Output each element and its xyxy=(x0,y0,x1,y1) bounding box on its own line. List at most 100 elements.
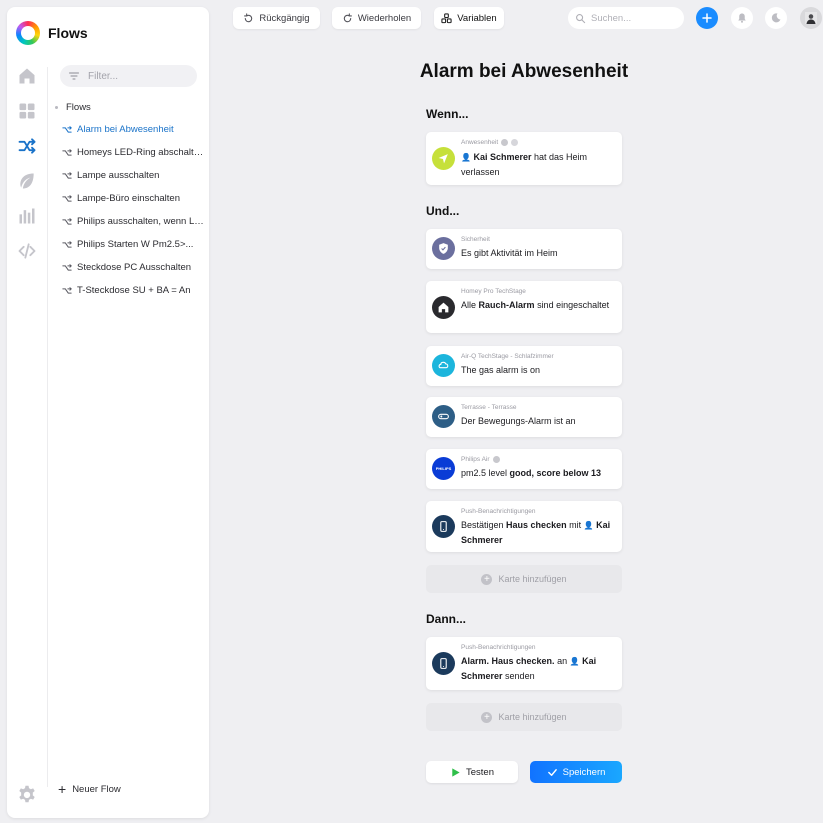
redo-button[interactable]: Wiederholen xyxy=(332,7,421,29)
card-source: Sicherheit xyxy=(461,236,490,243)
flow-list-item-label: Philips ausschalten, wenn Luft gut xyxy=(77,216,204,227)
action-card[interactable]: Push-Benachrichtigungen Alarm. Haus chec… xyxy=(426,637,622,690)
card-text-bold: Rauch-Alarm xyxy=(478,300,535,310)
plus-icon xyxy=(702,13,712,23)
add-card-label: Karte hinzufügen xyxy=(498,712,567,722)
avatar[interactable] xyxy=(800,7,822,29)
condition-card[interactable]: Push-Benachrichtigungen Bestätigen Haus … xyxy=(426,501,622,552)
flow-list-item[interactable]: T-Steckdose SU + BA = An xyxy=(52,279,204,302)
card-text: Es gibt Aktivität im Heim xyxy=(461,248,558,258)
undo-icon xyxy=(244,12,253,22)
filter-icon xyxy=(68,72,80,80)
add-button[interactable] xyxy=(696,7,718,29)
person-icon: 👤 xyxy=(461,153,471,162)
nav-dashboard-icon[interactable] xyxy=(7,94,47,128)
flow-list-item[interactable]: Lampe-Büro einschalten xyxy=(52,187,204,210)
card-text-after: senden xyxy=(505,671,535,681)
person-icon: 👤 xyxy=(583,521,594,530)
variables-icon xyxy=(441,12,452,23)
flow-list-item[interactable]: Homeys LED-Ring abschalten xyxy=(52,141,204,164)
add-card-label: Karte hinzufügen xyxy=(498,574,567,584)
sensor-icon xyxy=(432,354,455,377)
location-arrow-icon xyxy=(432,147,455,170)
then-heading: Dann... xyxy=(426,612,467,626)
card-text-bold: Alarm. Haus checken. xyxy=(461,656,555,666)
flow-folder-root[interactable]: Flows xyxy=(52,96,204,118)
card-text: Bestätigen Haus checken mit 👤 Kai Schmer… xyxy=(461,518,614,547)
test-button[interactable]: Testen xyxy=(426,761,518,783)
nav-code-icon[interactable] xyxy=(7,234,47,268)
card-person-name: Kai Schmerer xyxy=(473,152,532,162)
house-icon xyxy=(432,296,455,319)
flow-icon xyxy=(62,217,72,225)
nav-flows-icon[interactable] xyxy=(7,129,47,163)
flow-list-item-label: Alarm bei Abwesenheit xyxy=(77,124,174,135)
philips-icon: PHILIPS xyxy=(432,457,455,480)
flow-icon xyxy=(62,263,72,271)
folder-dot-icon xyxy=(55,105,58,109)
undo-button[interactable]: Rückgängig xyxy=(233,7,320,29)
card-text-before: pm2.5 level xyxy=(461,468,508,478)
dark-mode-button[interactable] xyxy=(765,7,787,29)
card-source: Air-Q TechStage - Schlafzimmer xyxy=(461,353,554,360)
bell-icon xyxy=(738,13,746,23)
nav-insights-icon[interactable] xyxy=(7,199,47,233)
play-icon xyxy=(452,767,460,777)
filter-placeholder: Filter... xyxy=(88,70,119,82)
card-text-before: Bestätigen xyxy=(461,520,504,530)
flow-icon xyxy=(62,171,72,179)
condition-card[interactable]: Air-Q TechStage - Schlafzimmer The gas a… xyxy=(426,346,622,386)
filter-input[interactable]: Filter... xyxy=(60,65,197,87)
search-input[interactable]: Suchen... xyxy=(568,7,684,29)
redo-label: Wiederholen xyxy=(357,12,412,24)
search-placeholder: Suchen... xyxy=(591,12,632,24)
card-text-bold: good, score below 13 xyxy=(509,468,602,478)
condition-card[interactable]: Sicherheit Es gibt Aktivität im Heim xyxy=(426,229,622,269)
tag-icon xyxy=(511,139,519,146)
nav-energy-icon[interactable] xyxy=(7,164,47,198)
page-title: Alarm bei Abwesenheit xyxy=(419,61,629,82)
condition-card[interactable]: Terrasse - Terrasse Der Bewegungs-Alarm … xyxy=(426,397,622,437)
flow-list-item-label: T-Steckdose SU + BA = An xyxy=(77,285,191,296)
notifications-button[interactable] xyxy=(731,7,753,29)
check-icon xyxy=(547,768,557,776)
flow-icon xyxy=(62,286,72,294)
condition-card[interactable]: PHILIPS Philips Air pm2.5 level good, sc… xyxy=(426,449,622,489)
moon-icon xyxy=(771,13,781,23)
info-icon xyxy=(501,139,509,146)
card-source: Terrasse - Terrasse xyxy=(461,404,517,411)
add-condition-card-button[interactable]: + Karte hinzufügen xyxy=(426,565,622,593)
card-source: Anwesenheit xyxy=(461,139,519,146)
variables-button[interactable]: Variablen xyxy=(434,7,504,29)
card-text-mid: mit xyxy=(569,520,582,530)
flow-list-item[interactable]: Philips Starten W Pm2.5>... xyxy=(52,233,204,256)
flow-icon xyxy=(62,125,72,133)
settings-icon[interactable] xyxy=(16,783,38,805)
flow-list-item[interactable]: Alarm bei Abwesenheit xyxy=(52,118,204,141)
flow-list-item[interactable]: Philips ausschalten, wenn Luft gut xyxy=(52,210,204,233)
card-text: pm2.5 level good, score below 13 xyxy=(461,466,614,480)
flow-list-item[interactable]: Steckdose PC Ausschalten xyxy=(52,256,204,279)
card-text-mid: an xyxy=(557,656,568,666)
flow-list-item[interactable]: Lampe ausschalten xyxy=(52,164,204,187)
card-source: Push-Benachrichtigungen xyxy=(461,644,536,651)
card-source: Homey Pro TechStage xyxy=(461,288,526,295)
flow-list-item-label: Lampe-Büro einschalten xyxy=(77,193,180,204)
condition-card[interactable]: Homey Pro TechStage Alle Rauch-Alarm sin… xyxy=(426,281,622,333)
add-action-card-button[interactable]: + Karte hinzufügen xyxy=(426,703,622,731)
when-heading: Wenn... xyxy=(426,107,469,121)
save-button[interactable]: Speichern xyxy=(530,761,622,783)
card-text: Alarm. Haus checken. an 👤 Kai Schmerer s… xyxy=(461,654,614,683)
trigger-card[interactable]: Anwesenheit 👤 Kai Schmerer hat das Heim … xyxy=(426,132,622,185)
plus-circle-icon: + xyxy=(481,711,493,723)
flow-list-item-label: Lampe ausschalten xyxy=(77,170,160,181)
info-icon xyxy=(492,456,500,463)
new-flow-button[interactable]: + Neuer Flow xyxy=(58,782,121,796)
and-heading: Und... xyxy=(426,204,460,218)
flow-list-item-label: Philips Starten W Pm2.5>... xyxy=(77,239,194,250)
motion-sensor-icon xyxy=(432,405,455,428)
flow-icon xyxy=(62,240,72,248)
nav-home-icon[interactable] xyxy=(7,59,47,93)
new-flow-label: Neuer Flow xyxy=(72,783,121,795)
card-source: Philips Air xyxy=(461,456,500,463)
